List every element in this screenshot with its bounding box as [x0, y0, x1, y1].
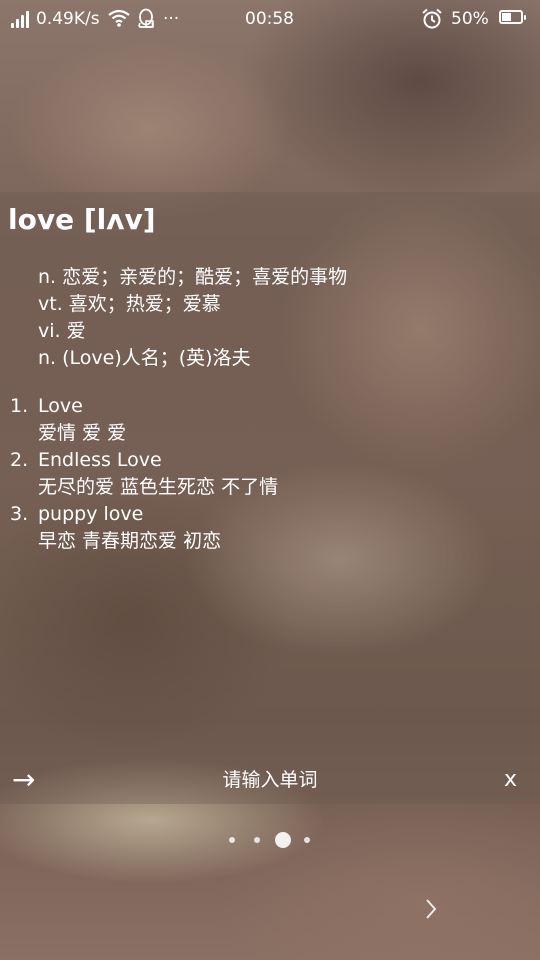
chevron-right-icon[interactable]: [422, 894, 442, 924]
network-speed: 0.49K/s: [36, 9, 100, 29]
battery-level: [502, 13, 511, 21]
arrow-right-icon[interactable]: →: [12, 760, 35, 800]
phrase-item: 3. puppy love 早恋 青春期恋爱 初恋: [10, 501, 278, 555]
page-dot[interactable]: [304, 837, 310, 843]
word-search-input[interactable]: [120, 764, 420, 796]
page-dot[interactable]: [254, 837, 260, 843]
phrase-number: 1.: [10, 395, 29, 417]
phrases-list: 1. Love 爱情 爱 爱 2. Endless Love 无尽的爱 蓝色生死…: [10, 393, 278, 555]
phonetic: [lʌv]: [83, 203, 156, 236]
phrase-text: Love: [38, 395, 83, 417]
signal-icon: [11, 10, 31, 28]
battery-percent: 50%: [451, 9, 489, 29]
phrase-text: Endless Love: [38, 449, 162, 471]
definition-line: n. 恋爱；亲爱的；酷爱；喜爱的事物: [38, 266, 348, 288]
wifi-icon: [108, 9, 130, 32]
phrase-text: puppy love: [38, 503, 144, 525]
word-input-bar: → x: [0, 760, 540, 800]
more-notifications: ···: [163, 9, 180, 29]
phrase-translation: 无尽的爱 蓝色生死恋 不了情: [38, 476, 279, 498]
close-icon[interactable]: x: [504, 760, 517, 800]
phrase-number: 3.: [10, 503, 29, 525]
definitions-list: n. 恋爱；亲爱的；酷爱；喜爱的事物 vt. 喜欢；热爱；爱慕 vi. 爱 n.…: [38, 264, 347, 372]
qq-icon: [136, 8, 156, 35]
phrase-translation: 早恋 青春期恋爱 初恋: [38, 530, 222, 552]
definition-line: vi. 爱: [38, 320, 86, 342]
page-indicator: [0, 830, 540, 850]
battery-icon: [499, 10, 526, 24]
status-time: 00:58: [245, 9, 294, 29]
word-heading: love [lʌv]: [8, 200, 156, 240]
definition-line: n. (Love)人名；(英)洛夫: [38, 347, 251, 369]
phrase-translation: 爱情 爱 爱: [38, 422, 127, 444]
status-bar: 0.49K/s ··· 00:58 50%: [0, 0, 540, 38]
phrase-item: 1. Love 爱情 爱 爱: [10, 393, 278, 447]
page-dot[interactable]: [229, 837, 235, 843]
phrase-item: 2. Endless Love 无尽的爱 蓝色生死恋 不了情: [10, 447, 278, 501]
phrase-number: 2.: [10, 449, 29, 471]
page-dot[interactable]: [275, 832, 291, 848]
headword: love: [8, 203, 75, 236]
definition-line: vt. 喜欢；热爱；爱慕: [38, 293, 221, 315]
alarm-icon: [421, 8, 443, 35]
